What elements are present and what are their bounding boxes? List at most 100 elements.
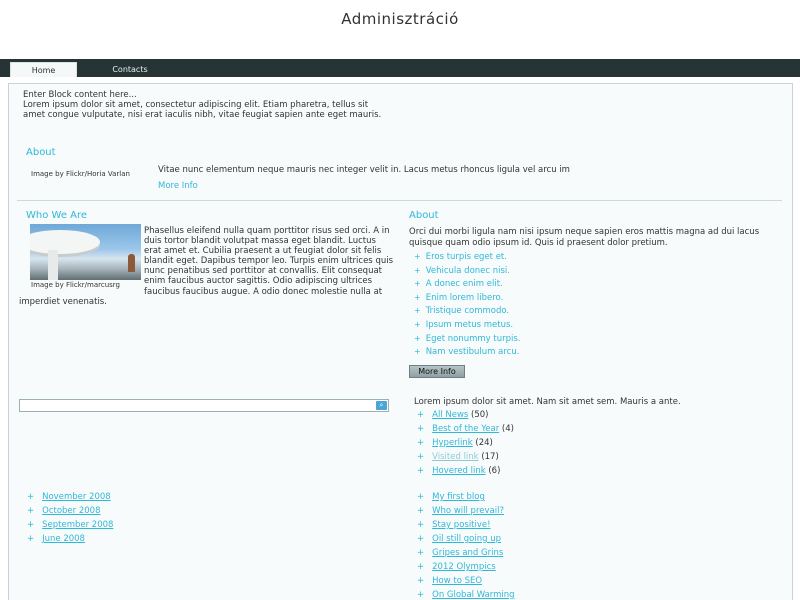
blog-link[interactable]: Stay positive! <box>432 520 490 530</box>
intro-text: Lorem ipsum dolor sit amet, consectetur … <box>23 100 382 120</box>
bullet-icon: + <box>417 506 425 516</box>
search-input[interactable]: ⌕ <box>19 399 389 412</box>
blog-item: + Who will prevail? <box>417 506 515 520</box>
categories-list: + All News (50) + Best of the Year (4) + Hy… <box>417 410 514 480</box>
bullet-icon: + <box>414 347 421 357</box>
category-link[interactable]: Hovered link <box>432 466 486 476</box>
archive-item: + November 2008 <box>27 492 113 506</box>
category-item: + Visited link (17) <box>417 452 514 466</box>
blog-item: + Gripes and Grins <box>417 548 515 562</box>
about-link-list: + Eros turpis eget et. + Vehicula donec ni… <box>414 252 521 361</box>
blog-link[interactable]: On Global Warming <box>432 590 514 600</box>
tab-contacts[interactable]: Contacts <box>92 62 168 77</box>
bullet-icon: + <box>417 520 425 530</box>
list-item[interactable]: + Eget nonummy turpis. <box>414 334 521 348</box>
list-item-label: Tristique commodo. <box>425 306 510 317</box>
content-panel: Enter Block content here... Lorem ipsum … <box>8 83 793 600</box>
category-item: + Best of the Year (4) <box>417 424 514 438</box>
category-item: + Hovered link (6) <box>417 466 514 480</box>
archive-item: + October 2008 <box>27 506 113 520</box>
bullet-icon: + <box>417 424 425 434</box>
bullet-icon: + <box>414 306 421 316</box>
bullet-icon: + <box>417 452 425 462</box>
blog-link[interactable]: My first blog <box>432 492 485 502</box>
list-item[interactable]: + Ipsum metus metus. <box>414 320 521 334</box>
more-info-button[interactable]: More Info <box>409 365 465 378</box>
category-count: (24) <box>475 438 493 448</box>
category-count: (50) <box>471 410 489 420</box>
list-item-label: Ipsum metus metus. <box>425 319 514 330</box>
intro-line: Enter Block content here... <box>23 90 137 100</box>
bullet-icon: + <box>27 520 35 530</box>
bullet-icon: + <box>414 265 421 275</box>
bullet-icon: + <box>414 292 421 302</box>
blog-link[interactable]: How to SEO <box>432 576 482 586</box>
about-heading: About <box>26 147 56 158</box>
search-icon[interactable]: ⌕ <box>376 401 387 410</box>
bullet-icon: + <box>417 534 425 544</box>
list-item-label: Nam vestibulum arcu. <box>425 347 520 358</box>
blog-list: + My first blog + Who will prevail? + Stay … <box>417 492 515 600</box>
archive-item: + September 2008 <box>27 520 113 534</box>
list-item-label: Eget nonummy turpis. <box>425 333 521 344</box>
category-link[interactable]: Visited link <box>432 452 478 462</box>
blog-item: +2012 Olympics <box>417 562 515 576</box>
bullet-icon: + <box>417 562 425 572</box>
category-count: (17) <box>481 452 499 462</box>
more-info-link[interactable]: More Info <box>158 181 198 191</box>
list-item[interactable]: + Eros turpis eget et. <box>414 252 521 266</box>
bullet-icon: + <box>417 466 425 476</box>
blog-item: + How to SEO <box>417 576 515 590</box>
category-link[interactable]: Best of the Year <box>432 424 499 434</box>
list-item[interactable]: + Tristique commodo. <box>414 306 521 320</box>
archive-link[interactable]: November 2008 <box>42 492 111 502</box>
archive-link[interactable]: September 2008 <box>42 520 113 530</box>
about-heading-right: About <box>409 210 439 221</box>
bullet-icon: + <box>417 492 425 502</box>
blog-item: + My first blog <box>417 492 515 506</box>
list-item-label: A donec enim elit. <box>425 279 503 290</box>
main-navbar: Home Contacts <box>0 59 800 77</box>
archive-list: + November 2008 + October 2008 + September … <box>27 492 113 548</box>
image-float-space <box>19 226 144 288</box>
list-item[interactable]: + Enim lorem libero. <box>414 293 521 307</box>
bullet-icon: + <box>414 279 421 289</box>
blog-item: + Oil still going up <box>417 534 515 548</box>
blog-link[interactable]: 2012 Olympics <box>432 562 496 572</box>
bullet-icon: + <box>414 252 421 261</box>
blog-link[interactable]: Who will prevail? <box>432 506 504 516</box>
category-item: + Hyperlink (24) <box>417 438 514 452</box>
about-text-right: Orci dui morbi ligula nam nisi ipsum neq… <box>409 227 760 248</box>
category-link[interactable]: All News <box>432 410 468 420</box>
tab-home[interactable]: Home <box>10 62 77 77</box>
list-item[interactable]: + Vehicula donec nisi. <box>414 266 521 280</box>
category-count: (4) <box>501 424 514 434</box>
blog-link[interactable]: Oil still going up <box>432 534 501 544</box>
bullet-icon: + <box>417 590 425 600</box>
archive-link[interactable]: June 2008 <box>42 534 85 544</box>
list-item[interactable]: + Nam vestibulum arcu. <box>414 347 521 361</box>
section-divider <box>17 200 782 201</box>
bullet-icon: + <box>417 410 425 420</box>
list-item[interactable]: + A donec enim elit. <box>414 279 521 293</box>
image-caption: Image by Flickr/Horia Varlan <box>31 170 130 178</box>
list-item-label: Enim lorem libero. <box>425 292 504 303</box>
categories-intro: Lorem ipsum dolor sit amet. Nam sit amet… <box>414 397 681 407</box>
bullet-icon: + <box>27 492 35 502</box>
list-item-label: Vehicula donec nisi. <box>425 265 510 276</box>
site-title: Adminisztráció <box>341 10 459 28</box>
bullet-icon: + <box>417 548 425 558</box>
category-link[interactable]: Hyperlink <box>432 438 473 448</box>
category-count: (6) <box>488 466 501 476</box>
list-item-label: Eros turpis eget et. <box>425 252 507 262</box>
about-text: Vitae nunc elementum neque mauris nec in… <box>158 165 570 175</box>
category-item: + All News (50) <box>417 410 514 424</box>
bullet-icon: + <box>27 506 35 516</box>
blog-item: + Stay positive! <box>417 520 515 534</box>
archive-item: + June 2008 <box>27 534 113 548</box>
who-we-are-text: Phasellus eleifend nulla quam porttitor … <box>19 226 395 307</box>
bullet-icon: + <box>417 576 425 586</box>
bullet-icon: + <box>417 438 425 448</box>
blog-link[interactable]: Gripes and Grins <box>432 548 503 558</box>
archive-link[interactable]: October 2008 <box>42 506 100 516</box>
